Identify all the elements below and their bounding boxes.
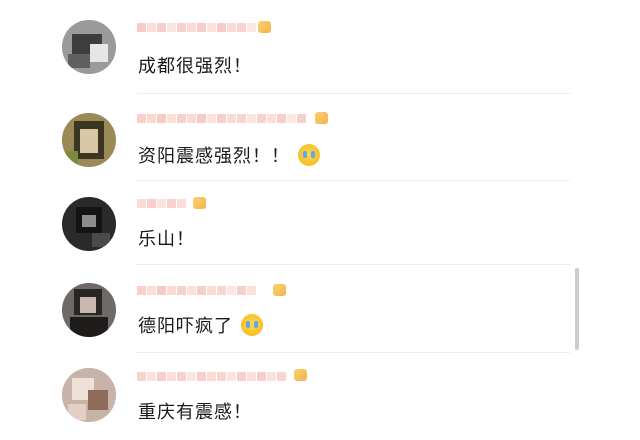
comment-text-content: 德阳吓疯了	[138, 316, 233, 337]
avatar[interactable]	[62, 283, 116, 337]
username-blurred[interactable]	[137, 283, 257, 297]
divider	[137, 93, 570, 94]
comment-text: 重庆有震感！	[138, 402, 252, 423]
comment-text-content: 资阳震感强烈！！	[138, 146, 290, 167]
avatar[interactable]	[62, 197, 116, 251]
member-badge-icon	[273, 284, 286, 296]
divider	[137, 352, 570, 353]
member-badge-icon	[294, 369, 307, 381]
crying-face-icon	[298, 144, 320, 166]
avatar[interactable]	[62, 20, 116, 74]
avatar[interactable]	[62, 113, 116, 167]
member-badge-icon	[258, 21, 271, 33]
username-blurred[interactable]	[137, 20, 257, 34]
avatar[interactable]	[62, 368, 116, 422]
username-blurred[interactable]	[137, 196, 187, 210]
comment-text: 成都很强烈！	[138, 56, 252, 77]
divider	[137, 180, 570, 181]
comment-text: 资阳震感强烈！！	[138, 142, 320, 168]
member-badge-icon	[315, 112, 328, 124]
username-blurred[interactable]	[137, 111, 307, 125]
member-badge-icon	[193, 197, 206, 209]
comment-text: 德阳吓疯了	[138, 312, 263, 338]
scrollbar[interactable]	[575, 268, 579, 350]
username-blurred[interactable]	[137, 369, 287, 383]
comment-text: 乐山！	[138, 229, 195, 250]
crying-face-icon	[241, 314, 263, 336]
divider	[137, 264, 570, 265]
